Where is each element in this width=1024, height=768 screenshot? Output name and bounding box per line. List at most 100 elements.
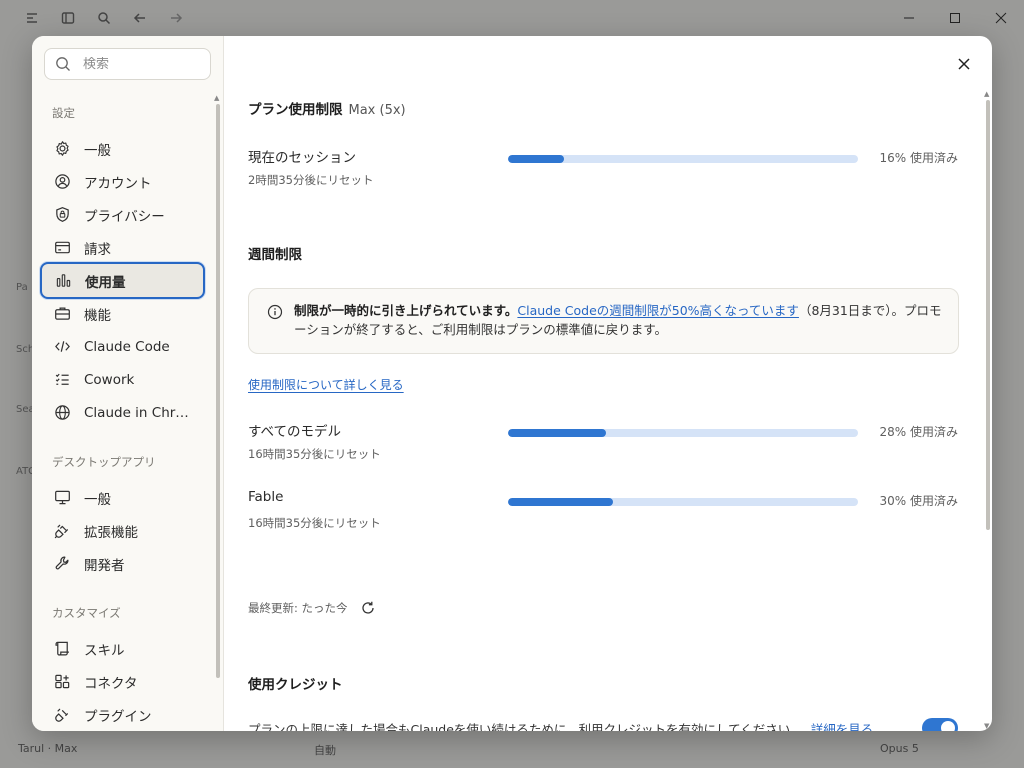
credits-heading: 使用クレジット bbox=[248, 677, 343, 693]
sidebar-item-usage[interactable]: 使用量 bbox=[40, 262, 205, 299]
search-box[interactable] bbox=[44, 48, 211, 80]
sidebar-item-plugins[interactable]: プラグイン bbox=[41, 698, 204, 731]
settings-modal: ▲ 設定 一般 アカウント プライバシー 請求 使用量 機能 Cl bbox=[32, 36, 992, 731]
monitor-icon bbox=[53, 489, 71, 507]
refresh-icon[interactable] bbox=[360, 600, 376, 616]
usage-progress-bar bbox=[508, 429, 858, 437]
limit-increase-notice: 制限が一時的に引き上げられています。Claude Codeの週間制限が50%高く… bbox=[248, 288, 959, 354]
settings-sidebar: ▲ 設定 一般 アカウント プライバシー 請求 使用量 機能 Cl bbox=[32, 36, 224, 731]
weekly-limits-heading: 週間制限 bbox=[248, 247, 302, 263]
background-model: Opus 5 bbox=[880, 742, 919, 755]
settings-content: ▲ ▼ プラン使用制限 Max (5x) 現在のセッション 2時間35分後にリセッ… bbox=[224, 36, 992, 731]
code-icon bbox=[53, 338, 71, 356]
sidebar-item-developer[interactable]: 開発者 bbox=[41, 547, 204, 580]
sidebar-item-label: 開発者 bbox=[84, 557, 125, 574]
info-icon bbox=[267, 304, 283, 320]
credits-description-text: プランの上限に達した場合もClaudeを使い続けるために、利用クレジットを有効に… bbox=[248, 722, 803, 731]
sidebar-item-label: プライバシー bbox=[84, 208, 165, 225]
usage-progress-bar bbox=[508, 498, 858, 506]
sidebar-item-connectors[interactable]: コネクタ bbox=[41, 665, 204, 698]
sidebar-item-cowork[interactable]: Cowork bbox=[41, 363, 204, 396]
usage-name: すべてのモデル bbox=[248, 424, 342, 440]
usage-row-all-models: すべてのモデル 16時間35分後にリセット 28% 使用済み bbox=[248, 420, 958, 466]
credits-toggle[interactable] bbox=[922, 718, 958, 731]
content-scrollbar[interactable] bbox=[986, 100, 990, 530]
usage-reset: 2時間35分後にリセット bbox=[248, 173, 374, 187]
scroll-down-arrow-icon[interactable]: ▼ bbox=[984, 722, 989, 730]
menu-icon[interactable] bbox=[14, 0, 50, 36]
toolbox-icon bbox=[53, 305, 71, 323]
search-input[interactable] bbox=[83, 56, 193, 72]
globe-icon bbox=[53, 404, 71, 422]
sidebar-item-privacy[interactable]: プライバシー bbox=[41, 198, 204, 231]
sidebar-item-label: コネクタ bbox=[84, 675, 138, 692]
plan-tier: Max (5x) bbox=[348, 103, 406, 118]
last-updated: 最終更新: たった今 bbox=[248, 600, 376, 616]
sidebar-item-features[interactable]: 機能 bbox=[41, 297, 204, 330]
sidebar-item-label: Claude in Chr… bbox=[84, 404, 189, 421]
scroll-up-arrow-icon[interactable]: ▲ bbox=[214, 94, 219, 102]
usage-row-fable: Fable 16時間35分後にリセット 30% 使用済み bbox=[248, 489, 958, 535]
back-arrow-icon[interactable] bbox=[122, 0, 158, 36]
credits-details-link[interactable]: 詳細を見る bbox=[811, 722, 874, 731]
sidebar-item-label: スキル bbox=[84, 642, 125, 659]
close-button[interactable] bbox=[952, 52, 976, 76]
usage-percent: 30% 使用済み bbox=[879, 494, 959, 508]
section-label-desktop: デスクトップアプリ bbox=[52, 455, 156, 469]
user-circle-icon bbox=[53, 173, 71, 191]
scroll-up-arrow-icon[interactable]: ▲ bbox=[984, 90, 989, 98]
sidebar-toggle-icon[interactable] bbox=[50, 0, 86, 36]
sidebar-item-label: 使用量 bbox=[85, 274, 126, 291]
minimize-icon[interactable] bbox=[886, 0, 932, 36]
maximize-icon[interactable] bbox=[932, 0, 978, 36]
section-label-customize: カスタマイズ bbox=[52, 606, 121, 620]
sidebar-scrollbar[interactable] bbox=[216, 104, 220, 678]
sidebar-item-claude-in-chrome[interactable]: Claude in Chr… bbox=[41, 396, 204, 429]
section-label-settings: 設定 bbox=[52, 106, 75, 120]
background-user: Tarul · Max bbox=[18, 742, 78, 755]
grid-plus-icon bbox=[53, 673, 71, 691]
background-sidebar-text: Pa bbox=[16, 282, 28, 293]
sidebar-item-account[interactable]: アカウント bbox=[41, 165, 204, 198]
sidebar-item-billing[interactable]: 請求 bbox=[41, 231, 204, 264]
usage-reset: 16時間35分後にリセット bbox=[248, 447, 381, 461]
plug-icon bbox=[53, 706, 71, 724]
usage-progress-fill bbox=[508, 429, 606, 437]
last-updated-text: 最終更新: たった今 bbox=[248, 601, 348, 615]
notice-link[interactable]: Claude Codeの週間制限が50%高くなっています bbox=[517, 303, 799, 318]
usage-name: Fable bbox=[248, 489, 284, 505]
search-icon[interactable] bbox=[86, 0, 122, 36]
sidebar-item-label: 機能 bbox=[84, 307, 111, 324]
usage-row-session: 現在のセッション 2時間35分後にリセット 16% 使用済み bbox=[248, 146, 958, 192]
shield-lock-icon bbox=[53, 206, 71, 224]
credit-card-icon bbox=[53, 239, 71, 257]
usage-percent: 28% 使用済み bbox=[879, 425, 959, 439]
plan-limits-title: プラン使用制限 bbox=[248, 102, 343, 118]
notice-bold-text: 制限が一時的に引き上げられています。 bbox=[294, 303, 518, 318]
search-icon bbox=[56, 57, 70, 71]
sidebar-item-skills[interactable]: スキル bbox=[41, 632, 204, 665]
wrench-icon bbox=[53, 555, 71, 573]
sidebar-item-label: アカウント bbox=[84, 175, 152, 192]
window-close-icon[interactable] bbox=[978, 0, 1024, 36]
usage-reset: 16時間35分後にリセット bbox=[248, 516, 381, 530]
usage-percent: 16% 使用済み bbox=[879, 151, 959, 165]
sidebar-item-label: 一般 bbox=[84, 142, 111, 159]
gear-icon bbox=[53, 140, 71, 158]
sidebar-item-label: プラグイン bbox=[84, 708, 152, 725]
usage-progress-fill bbox=[508, 498, 613, 506]
sidebar-item-label: Cowork bbox=[84, 371, 135, 388]
sidebar-item-label: 拡張機能 bbox=[84, 524, 138, 541]
bar-chart-icon bbox=[54, 272, 72, 290]
background-mode: 自動 bbox=[314, 744, 336, 757]
sidebar-item-desktop-general[interactable]: 一般 bbox=[41, 481, 204, 514]
learn-more-limits-link[interactable]: 使用制限について詳しく見る bbox=[248, 376, 404, 393]
sidebar-item-general[interactable]: 一般 bbox=[41, 132, 204, 165]
sidebar-item-extensions[interactable]: 拡張機能 bbox=[41, 514, 204, 547]
sidebar-item-claude-code[interactable]: Claude Code bbox=[41, 330, 204, 363]
usage-progress-bar bbox=[508, 155, 858, 163]
forward-arrow-icon[interactable] bbox=[158, 0, 194, 36]
close-icon bbox=[958, 58, 970, 70]
checklist-icon bbox=[53, 371, 71, 389]
title-bar bbox=[0, 0, 1024, 36]
